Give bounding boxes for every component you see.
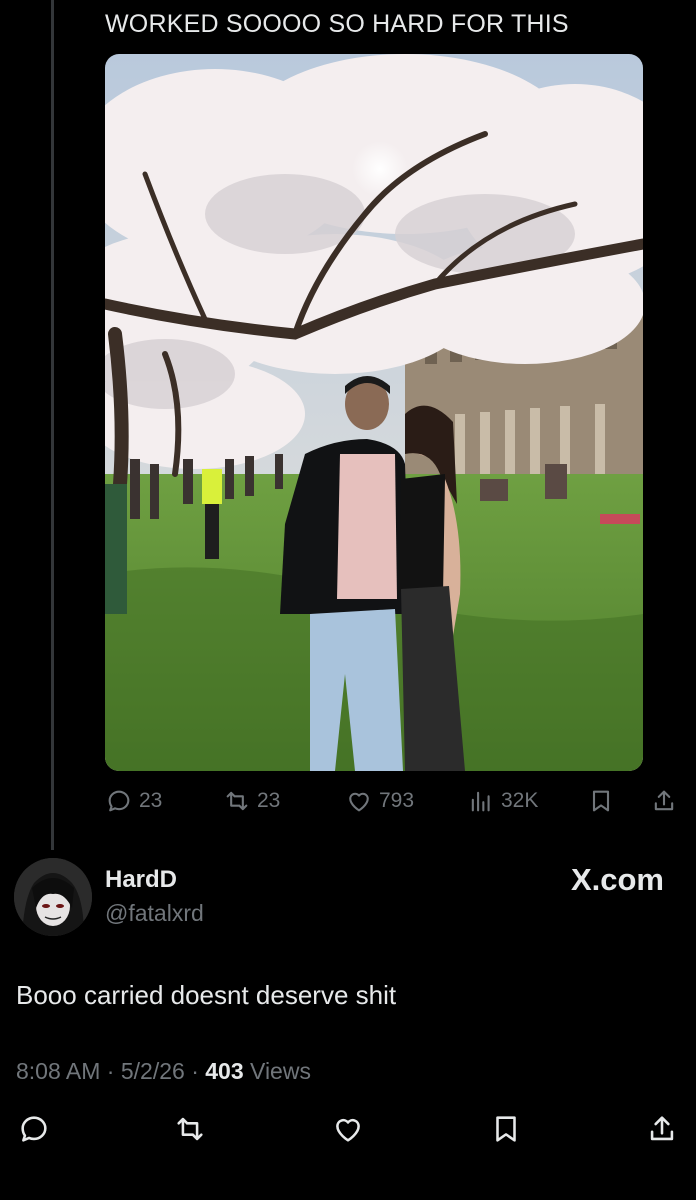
- share-button[interactable]: [642, 1108, 682, 1150]
- user-handle[interactable]: @fatalxrd: [105, 900, 204, 927]
- meta-separator: ·: [106, 1058, 115, 1084]
- cherry-blossom-photo: [105, 54, 643, 771]
- share-button[interactable]: [650, 784, 678, 818]
- reply-count: 23: [139, 789, 163, 812]
- views-count: 32K: [501, 789, 539, 812]
- like-button[interactable]: [328, 1108, 368, 1150]
- bookmark-icon: [592, 790, 610, 812]
- reply-metric[interactable]: 23: [105, 784, 162, 818]
- like-metric[interactable]: 793: [345, 784, 414, 818]
- repost-button[interactable]: [170, 1108, 210, 1150]
- tweet-time[interactable]: 8:08 AM: [16, 1058, 100, 1084]
- reply-icon: [108, 790, 130, 812]
- like-icon: [336, 1118, 360, 1142]
- bookmark-button[interactable]: [587, 784, 615, 818]
- watermark-text: X.com: [570, 862, 664, 897]
- share-icon: [654, 790, 674, 811]
- bookmark-button[interactable]: [486, 1108, 526, 1150]
- reply-action-bar: [0, 1108, 696, 1150]
- tweet-date[interactable]: 5/2/26: [121, 1058, 185, 1084]
- thread-connector-line: [51, 0, 54, 850]
- share-icon: [650, 1116, 674, 1141]
- tweet-photo[interactable]: [105, 54, 643, 771]
- repost-icon: [177, 1117, 203, 1141]
- repost-icon: [226, 791, 248, 811]
- views-metric[interactable]: 32K: [467, 784, 538, 818]
- bookmark-icon: [496, 1116, 516, 1142]
- views-icon: [471, 791, 490, 812]
- quoted-tweet-metrics: 23 23 793 32K: [105, 784, 685, 818]
- reply-button[interactable]: [14, 1108, 54, 1150]
- meta-separator-2: ·: [191, 1058, 199, 1084]
- repost-count: 23: [257, 789, 281, 812]
- like-count: 793: [379, 789, 415, 812]
- views-label: Views: [250, 1058, 311, 1084]
- x-logo-watermark: X.com: [571, 862, 664, 898]
- avatar-image: [14, 858, 92, 936]
- display-name[interactable]: HardD: [105, 866, 177, 894]
- repost-metric[interactable]: 23: [223, 784, 280, 818]
- tweet-meta: 8:08 AM · 5/2/26 · 403 Views: [16, 1058, 311, 1085]
- views-count-bold: 403: [205, 1058, 244, 1084]
- reply-icon: [21, 1116, 47, 1142]
- like-icon: [349, 792, 369, 812]
- reply-tweet-text: Booo carried doesnt deserve shit: [16, 980, 397, 1010]
- avatar[interactable]: [14, 858, 92, 936]
- quoted-tweet-text: WORKED SOOOO SO HARD FOR THIS: [105, 10, 569, 38]
